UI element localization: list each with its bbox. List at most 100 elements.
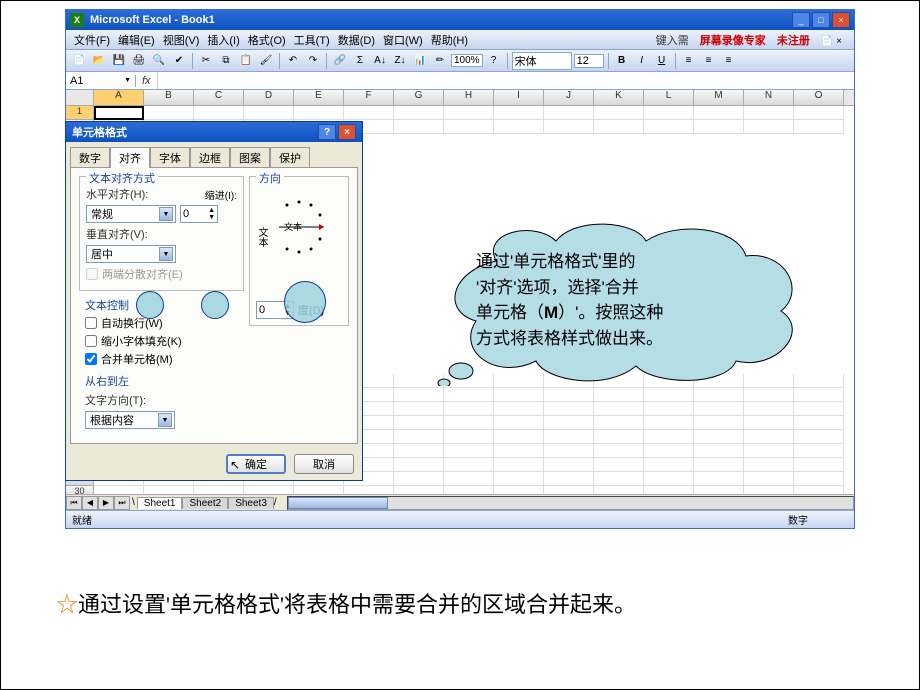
cell[interactable]: [694, 458, 744, 472]
cell[interactable]: [694, 120, 744, 134]
cut-icon[interactable]: ✂: [197, 52, 215, 70]
h-align-combo[interactable]: 常规 ▼: [86, 205, 176, 223]
tab-prev-icon[interactable]: ◀: [82, 496, 98, 510]
cell[interactable]: [494, 458, 544, 472]
dialog-close-button[interactable]: ×: [338, 124, 356, 140]
cell[interactable]: [644, 402, 694, 416]
cell[interactable]: [594, 430, 644, 444]
cell[interactable]: [444, 120, 494, 134]
col-L[interactable]: L: [644, 90, 694, 105]
cell[interactable]: [794, 106, 844, 120]
new-icon[interactable]: 📄: [70, 52, 88, 70]
sum-icon[interactable]: Σ: [351, 52, 369, 70]
preview-icon[interactable]: 🔍: [150, 52, 168, 70]
cell[interactable]: [694, 472, 744, 486]
bold-icon[interactable]: B: [613, 52, 631, 70]
cell[interactable]: [794, 472, 844, 486]
cell[interactable]: [744, 106, 794, 120]
cell[interactable]: [794, 458, 844, 472]
cell[interactable]: [744, 472, 794, 486]
format-painter-icon[interactable]: 🖌: [257, 52, 275, 70]
cell[interactable]: [644, 458, 694, 472]
copy-icon[interactable]: ⧉: [217, 52, 235, 70]
cell[interactable]: [694, 416, 744, 430]
cell[interactable]: [444, 472, 494, 486]
cell[interactable]: [544, 402, 594, 416]
cell[interactable]: [594, 416, 644, 430]
menu-window[interactable]: 窗口(W): [379, 32, 427, 48]
tab-protection[interactable]: 保护: [270, 147, 310, 168]
cell[interactable]: [394, 388, 444, 402]
cell[interactable]: [794, 402, 844, 416]
col-B[interactable]: B: [144, 90, 194, 105]
cell[interactable]: [794, 416, 844, 430]
cell[interactable]: [394, 416, 444, 430]
merge-checkbox[interactable]: 合并单元格(M): [85, 351, 238, 367]
cell[interactable]: [794, 120, 844, 134]
text-dir-combo[interactable]: 根据内容 ▼: [85, 411, 175, 429]
cell[interactable]: [644, 472, 694, 486]
fx-icon[interactable]: fx: [136, 75, 157, 87]
cell[interactable]: [544, 444, 594, 458]
cell[interactable]: [644, 106, 694, 120]
font-combo[interactable]: 宋体: [512, 52, 572, 70]
sheet-tab-2[interactable]: Sheet2: [182, 497, 228, 509]
tab-alignment[interactable]: 对齐: [110, 147, 150, 168]
cell[interactable]: [644, 444, 694, 458]
cell[interactable]: [444, 402, 494, 416]
cell[interactable]: [794, 444, 844, 458]
fontsize-combo[interactable]: 12: [574, 54, 604, 68]
cell[interactable]: [444, 444, 494, 458]
dialog-titlebar[interactable]: 单元格格式 ? ×: [66, 122, 362, 142]
cell[interactable]: [444, 416, 494, 430]
cell[interactable]: [444, 458, 494, 472]
menu-insert[interactable]: 插入(I): [203, 32, 243, 48]
cell[interactable]: [594, 458, 644, 472]
cell[interactable]: [594, 444, 644, 458]
cell[interactable]: [394, 120, 444, 134]
cell[interactable]: [694, 388, 744, 402]
sheet-tab-3[interactable]: Sheet3: [228, 497, 274, 509]
sort-asc-icon[interactable]: A↓: [371, 52, 389, 70]
menu-edit[interactable]: 编辑(E): [114, 32, 159, 48]
cell[interactable]: [544, 120, 594, 134]
cell[interactable]: [744, 120, 794, 134]
tab-first-icon[interactable]: ⏮: [66, 496, 82, 510]
underline-icon[interactable]: U: [653, 52, 671, 70]
paste-icon[interactable]: 📋: [237, 52, 255, 70]
cell[interactable]: [594, 106, 644, 120]
link-icon[interactable]: 🔗: [331, 52, 349, 70]
col-C[interactable]: C: [194, 90, 244, 105]
menu-tools[interactable]: 工具(T): [290, 32, 334, 48]
cell[interactable]: [744, 416, 794, 430]
namebox-dropdown-icon[interactable]: ▼: [124, 77, 131, 84]
menu-view[interactable]: 视图(V): [159, 32, 204, 48]
cell[interactable]: [494, 388, 544, 402]
align-right-icon[interactable]: ≡: [720, 52, 738, 70]
col-O[interactable]: O: [794, 90, 844, 105]
cell[interactable]: [744, 402, 794, 416]
indent-spinner[interactable]: 0 ▲▼: [180, 205, 218, 223]
tab-number[interactable]: 数字: [70, 147, 110, 168]
cancel-button[interactable]: 取消: [294, 454, 354, 474]
undo-icon[interactable]: ↶: [284, 52, 302, 70]
row-1[interactable]: 1: [66, 106, 94, 120]
cell[interactable]: [344, 106, 394, 120]
spell-icon[interactable]: ✔: [170, 52, 188, 70]
col-A[interactable]: A: [94, 90, 144, 105]
shrink-checkbox[interactable]: 缩小字体填充(K): [85, 333, 238, 349]
chart-icon[interactable]: 📊: [411, 52, 429, 70]
cell[interactable]: [494, 472, 544, 486]
cell[interactable]: [644, 430, 694, 444]
cell[interactable]: [394, 402, 444, 416]
sort-desc-icon[interactable]: Z↓: [391, 52, 409, 70]
cell[interactable]: [744, 458, 794, 472]
select-all-corner[interactable]: [66, 90, 94, 105]
cell[interactable]: [644, 120, 694, 134]
horizontal-scrollbar[interactable]: [287, 496, 854, 510]
cell[interactable]: [244, 106, 294, 120]
col-K[interactable]: K: [594, 90, 644, 105]
col-D[interactable]: D: [244, 90, 294, 105]
cell[interactable]: [394, 444, 444, 458]
menu-file[interactable]: 文件(F): [70, 32, 114, 48]
